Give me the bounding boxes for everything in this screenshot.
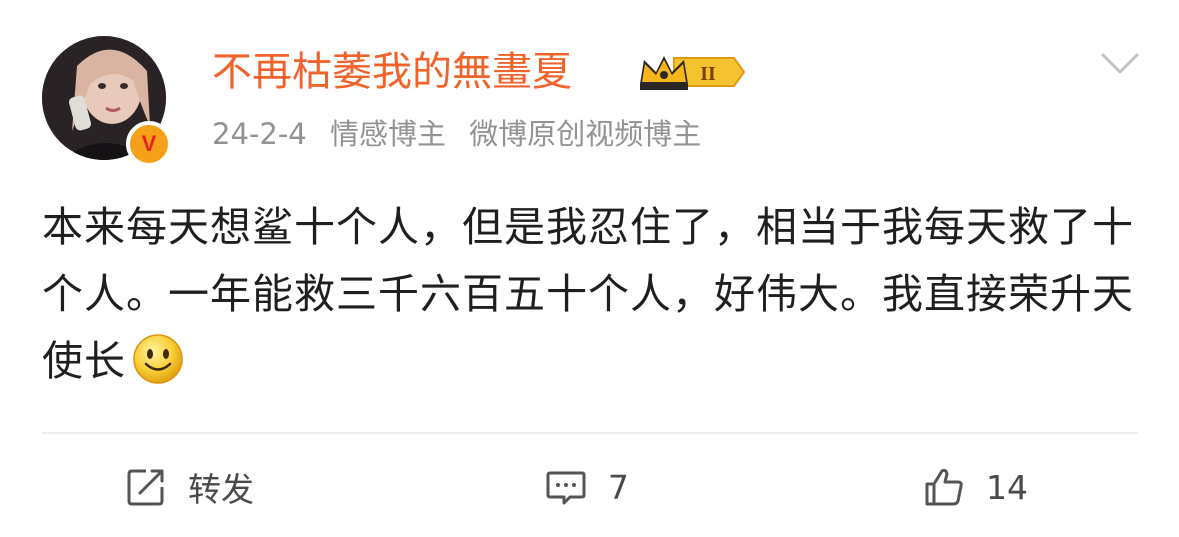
post-date: 24-2-4 [212,117,307,151]
verified-mark: V [141,131,157,156]
username[interactable]: 不再枯萎我的無畫夏 [212,46,572,98]
level-badge-text: II [700,63,716,85]
comment-count: 7 [608,467,629,507]
post-meta: 24-2-4 情感博主 微博原创视频博主 [212,114,701,154]
divider [42,432,1138,434]
smile-emoji-icon [132,333,184,385]
repost-label: 转发 [188,470,254,509]
like-button[interactable]: 14 [922,460,1028,514]
like-icon [922,465,966,509]
verified-badge-icon: V [126,121,172,167]
author-tag: 情感博主 [329,117,446,151]
like-count: 14 [986,467,1028,507]
repost-icon [124,465,168,509]
comment-icon [544,465,588,509]
weibo-post-card: V 不再枯萎我的無畫夏 II 24-2-4 情感博主 微博原创视频博主 本来每天… [0,0,1179,537]
author-tag: 微博原创视频博主 [469,117,702,151]
repost-button[interactable]: 转发 [124,460,254,514]
post-text: 本来每天想鲨十个人，但是我忍住了，相当于我每天救了十个人。一年能救三千六百五十个… [42,203,1134,385]
crown-badge-icon[interactable]: II [636,48,748,96]
post-content: 本来每天想鲨十个人，但是我忍住了，相当于我每天救了十个人。一年能救三千六百五十个… [42,194,1142,395]
chevron-down-icon[interactable] [1100,50,1140,78]
comment-button[interactable]: 7 [544,460,629,514]
